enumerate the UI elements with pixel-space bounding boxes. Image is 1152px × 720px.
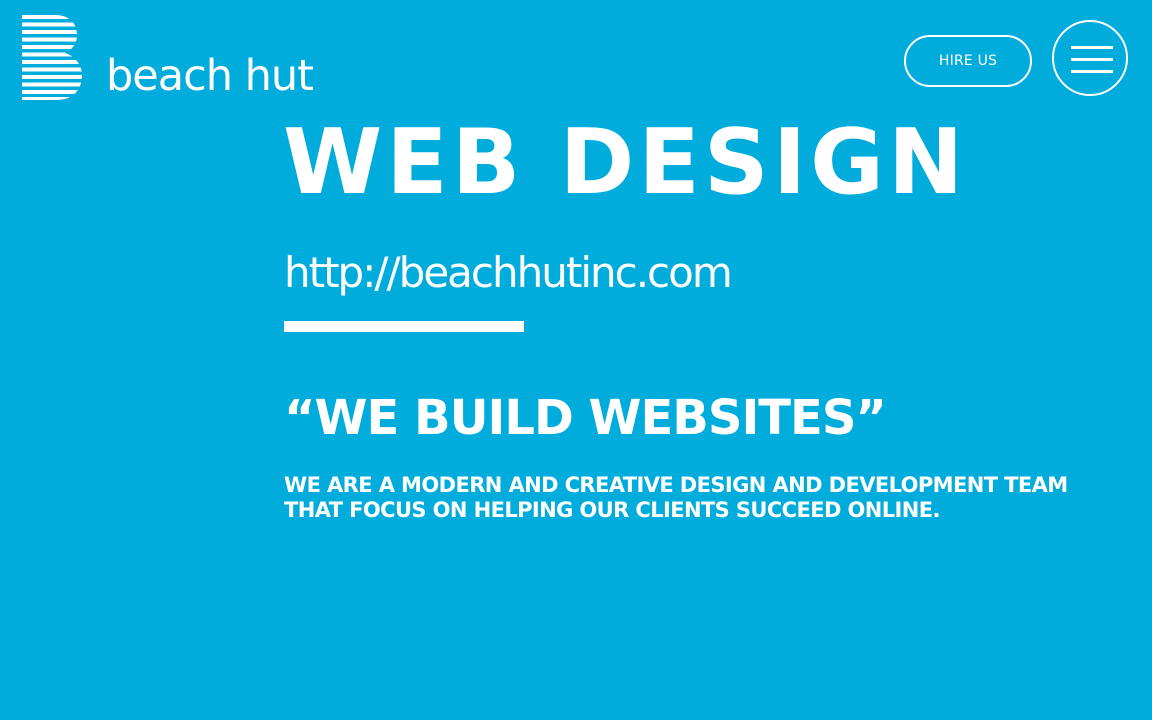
logo-wordmark: beach hut xyxy=(106,51,314,101)
divider xyxy=(284,321,524,332)
striped-b-logo-icon xyxy=(22,15,82,100)
menu-button[interactable] xyxy=(1052,20,1128,96)
menu-icon-bar xyxy=(1071,58,1113,61)
company-description: WE ARE A MODERN AND CREATIVE DESIGN AND … xyxy=(284,473,1068,522)
logo-link[interactable]: beach hut xyxy=(22,15,314,103)
menu-icon-bar xyxy=(1071,46,1113,49)
hire-us-button[interactable]: HIRE US xyxy=(904,35,1032,87)
website-link[interactable]: http://beachhutinc.com xyxy=(284,246,733,300)
tagline: “WE BUILD WEBSITES” xyxy=(284,390,887,446)
page-title: WEB DESIGN xyxy=(283,110,968,215)
menu-icon-bar xyxy=(1071,70,1113,73)
